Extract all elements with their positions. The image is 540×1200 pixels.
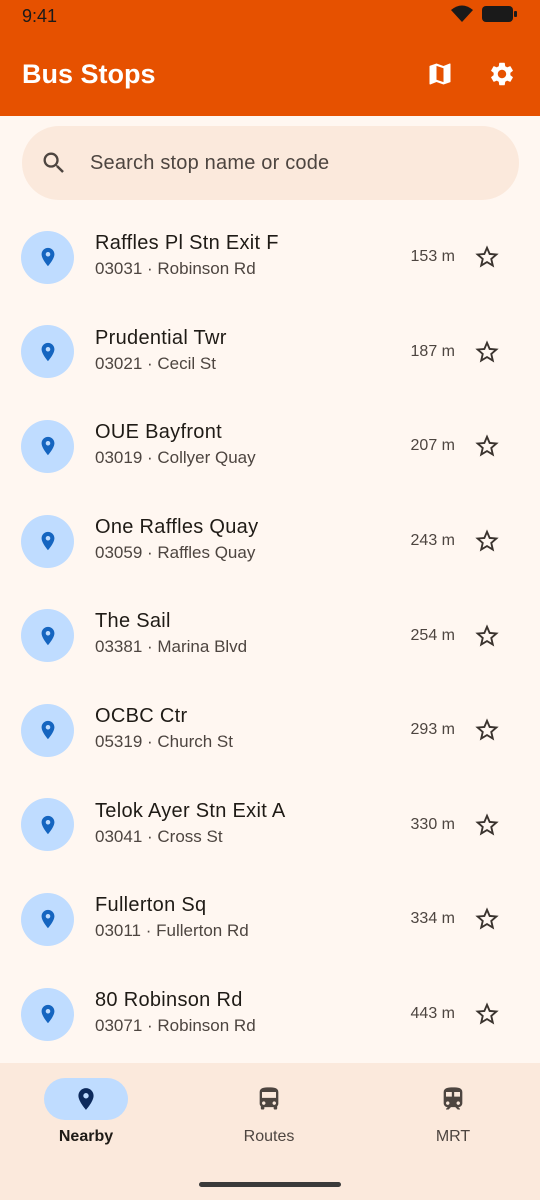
stop-name: Fullerton Sq [95, 894, 207, 917]
stop-row[interactable]: 80 Robinson Rd 03071 · Robinson Rd 443 m [0, 967, 540, 1062]
stop-code-road: 03031 · Robinson Rd [95, 259, 256, 278]
star-icon[interactable] [472, 621, 502, 651]
gear-icon[interactable] [488, 60, 516, 88]
stop-code-road: 03019 · Collyer Quay [95, 448, 256, 468]
app-bar-actions [426, 60, 518, 88]
stop-row[interactable]: The Sail 03381 · Marina Blvd 254 m [0, 588, 540, 683]
stop-distance: 443 m [410, 1005, 455, 1023]
star-icon[interactable] [472, 999, 502, 1029]
nav-nearby[interactable]: Nearby [6, 1078, 166, 1158]
stop-distance: 153 m [410, 248, 455, 266]
stop-name: OCBC Ctr [95, 704, 188, 727]
nav-label: MRT [435, 1128, 471, 1145]
bottom-navigation: Nearby Routes MRT [0, 1063, 540, 1200]
stop-texts: The Sail 03381 · Marina Blvd [95, 608, 247, 658]
stop-name: 80 Robinson Rd [95, 988, 243, 1011]
location-pin-icon [21, 325, 74, 379]
stop-texts: Fullerton Sq 03011 · Fullerton Rd [95, 892, 249, 942]
stop-distance: 254 m [410, 626, 455, 644]
stop-row[interactable]: One Raffles Quay 03059 · Raffles Quay 243 … [0, 494, 540, 589]
location-pin-icon [21, 703, 74, 757]
stop-texts: One Raffles Quay 03059 · Raffles Quay [95, 514, 258, 564]
stop-texts: OCBC Ctr 05319 · Church St [95, 703, 233, 753]
battery-icon [482, 5, 518, 28]
search-bar[interactable] [22, 126, 519, 200]
stop-distance: 187 m [410, 342, 455, 360]
wifi-icon [450, 4, 474, 29]
stop-name: Prudential Twr [95, 326, 227, 349]
status-time: 9:41 [22, 5, 58, 26]
stop-name: The Sail [95, 610, 171, 633]
star-icon[interactable] [472, 337, 502, 367]
bus-icon [227, 1078, 311, 1120]
stop-row[interactable]: Fullerton Sq 03011 · Fullerton Rd 334 m [0, 872, 540, 967]
stop-code-road: 03071 · Robinson Rd [95, 1015, 256, 1035]
stop-texts: Raffles Pl Stn Exit F 03031 · Robinson Rd [95, 230, 279, 280]
gesture-handle[interactable] [199, 1182, 341, 1187]
stop-code-road: 03041 · Cross St [95, 826, 223, 846]
nav-routes[interactable]: Routes [189, 1078, 349, 1158]
stop-texts: 80 Robinson Rd 03071 · Robinson Rd [95, 987, 256, 1037]
stop-code-road: 03381 · Marina Blvd [95, 637, 248, 657]
stop-row[interactable]: Raffles Pl Stn Exit F 03031 · Robinson Rd… [0, 210, 540, 305]
location-pin-icon [44, 1078, 128, 1120]
nav-label: Nearby [58, 1128, 114, 1145]
status-icons [450, 4, 518, 29]
star-icon[interactable] [472, 810, 502, 840]
location-pin-icon [21, 514, 74, 568]
stop-list: Raffles Pl Stn Exit F 03031 · Robinson Rd… [0, 210, 540, 1061]
stop-code-road: 03059 · Raffles Quay [95, 542, 256, 562]
stop-code-road: 03011 · Fullerton Rd [95, 921, 249, 941]
stop-texts: Telok Ayer Stn Exit A 03041 · Cross St [95, 798, 285, 848]
stop-distance: 243 m [410, 532, 455, 550]
map-icon[interactable] [426, 60, 454, 88]
location-pin-icon [21, 419, 74, 473]
stop-distance: 334 m [410, 910, 455, 928]
stop-code-road: 03021 · Cecil St [95, 353, 216, 373]
stop-texts: Prudential Twr 03021 · Cecil St [95, 325, 227, 375]
stop-row[interactable]: OUE Bayfront 03019 · Collyer Quay 207 m [0, 399, 540, 494]
status-bar: 9:41 [0, 0, 540, 32]
location-pin-icon [21, 609, 74, 663]
nav-mrt[interactable]: MRT [373, 1078, 533, 1158]
star-icon[interactable] [472, 431, 502, 461]
stop-distance: 207 m [410, 437, 455, 455]
stop-row[interactable]: OCBC Ctr 05319 · Church St 293 m [0, 683, 540, 778]
stop-name: One Raffles Quay [95, 515, 259, 538]
search-input[interactable] [90, 151, 490, 175]
search-icon [40, 149, 70, 177]
stop-distance: 293 m [410, 721, 455, 739]
star-icon[interactable] [472, 526, 502, 556]
nav-label: Routes [243, 1128, 295, 1145]
stop-row[interactable]: Telok Ayer Stn Exit A 03041 · Cross St 330… [0, 778, 540, 873]
page-title: Bus Stops [22, 58, 156, 89]
stop-distance: 330 m [410, 815, 455, 833]
location-pin-icon [21, 892, 74, 946]
train-icon [411, 1078, 495, 1120]
stop-name: OUE Bayfront [95, 421, 222, 444]
location-pin-icon [21, 230, 74, 284]
stop-name: Telok Ayer Stn Exit A [95, 799, 286, 822]
stop-texts: OUE Bayfront 03019 · Collyer Quay [95, 419, 256, 469]
star-icon[interactable] [472, 715, 502, 745]
app-bar: Bus Stops [0, 32, 540, 116]
location-pin-icon [21, 987, 74, 1041]
stop-row[interactable]: Prudential Twr 03021 · Cecil St 187 m [0, 305, 540, 400]
star-icon[interactable] [472, 904, 502, 934]
location-pin-icon [21, 798, 74, 852]
star-icon[interactable] [472, 242, 502, 272]
stop-name: Raffles Pl Stn Exit F [95, 232, 279, 254]
stop-code-road: 05319 · Church St [95, 731, 233, 751]
